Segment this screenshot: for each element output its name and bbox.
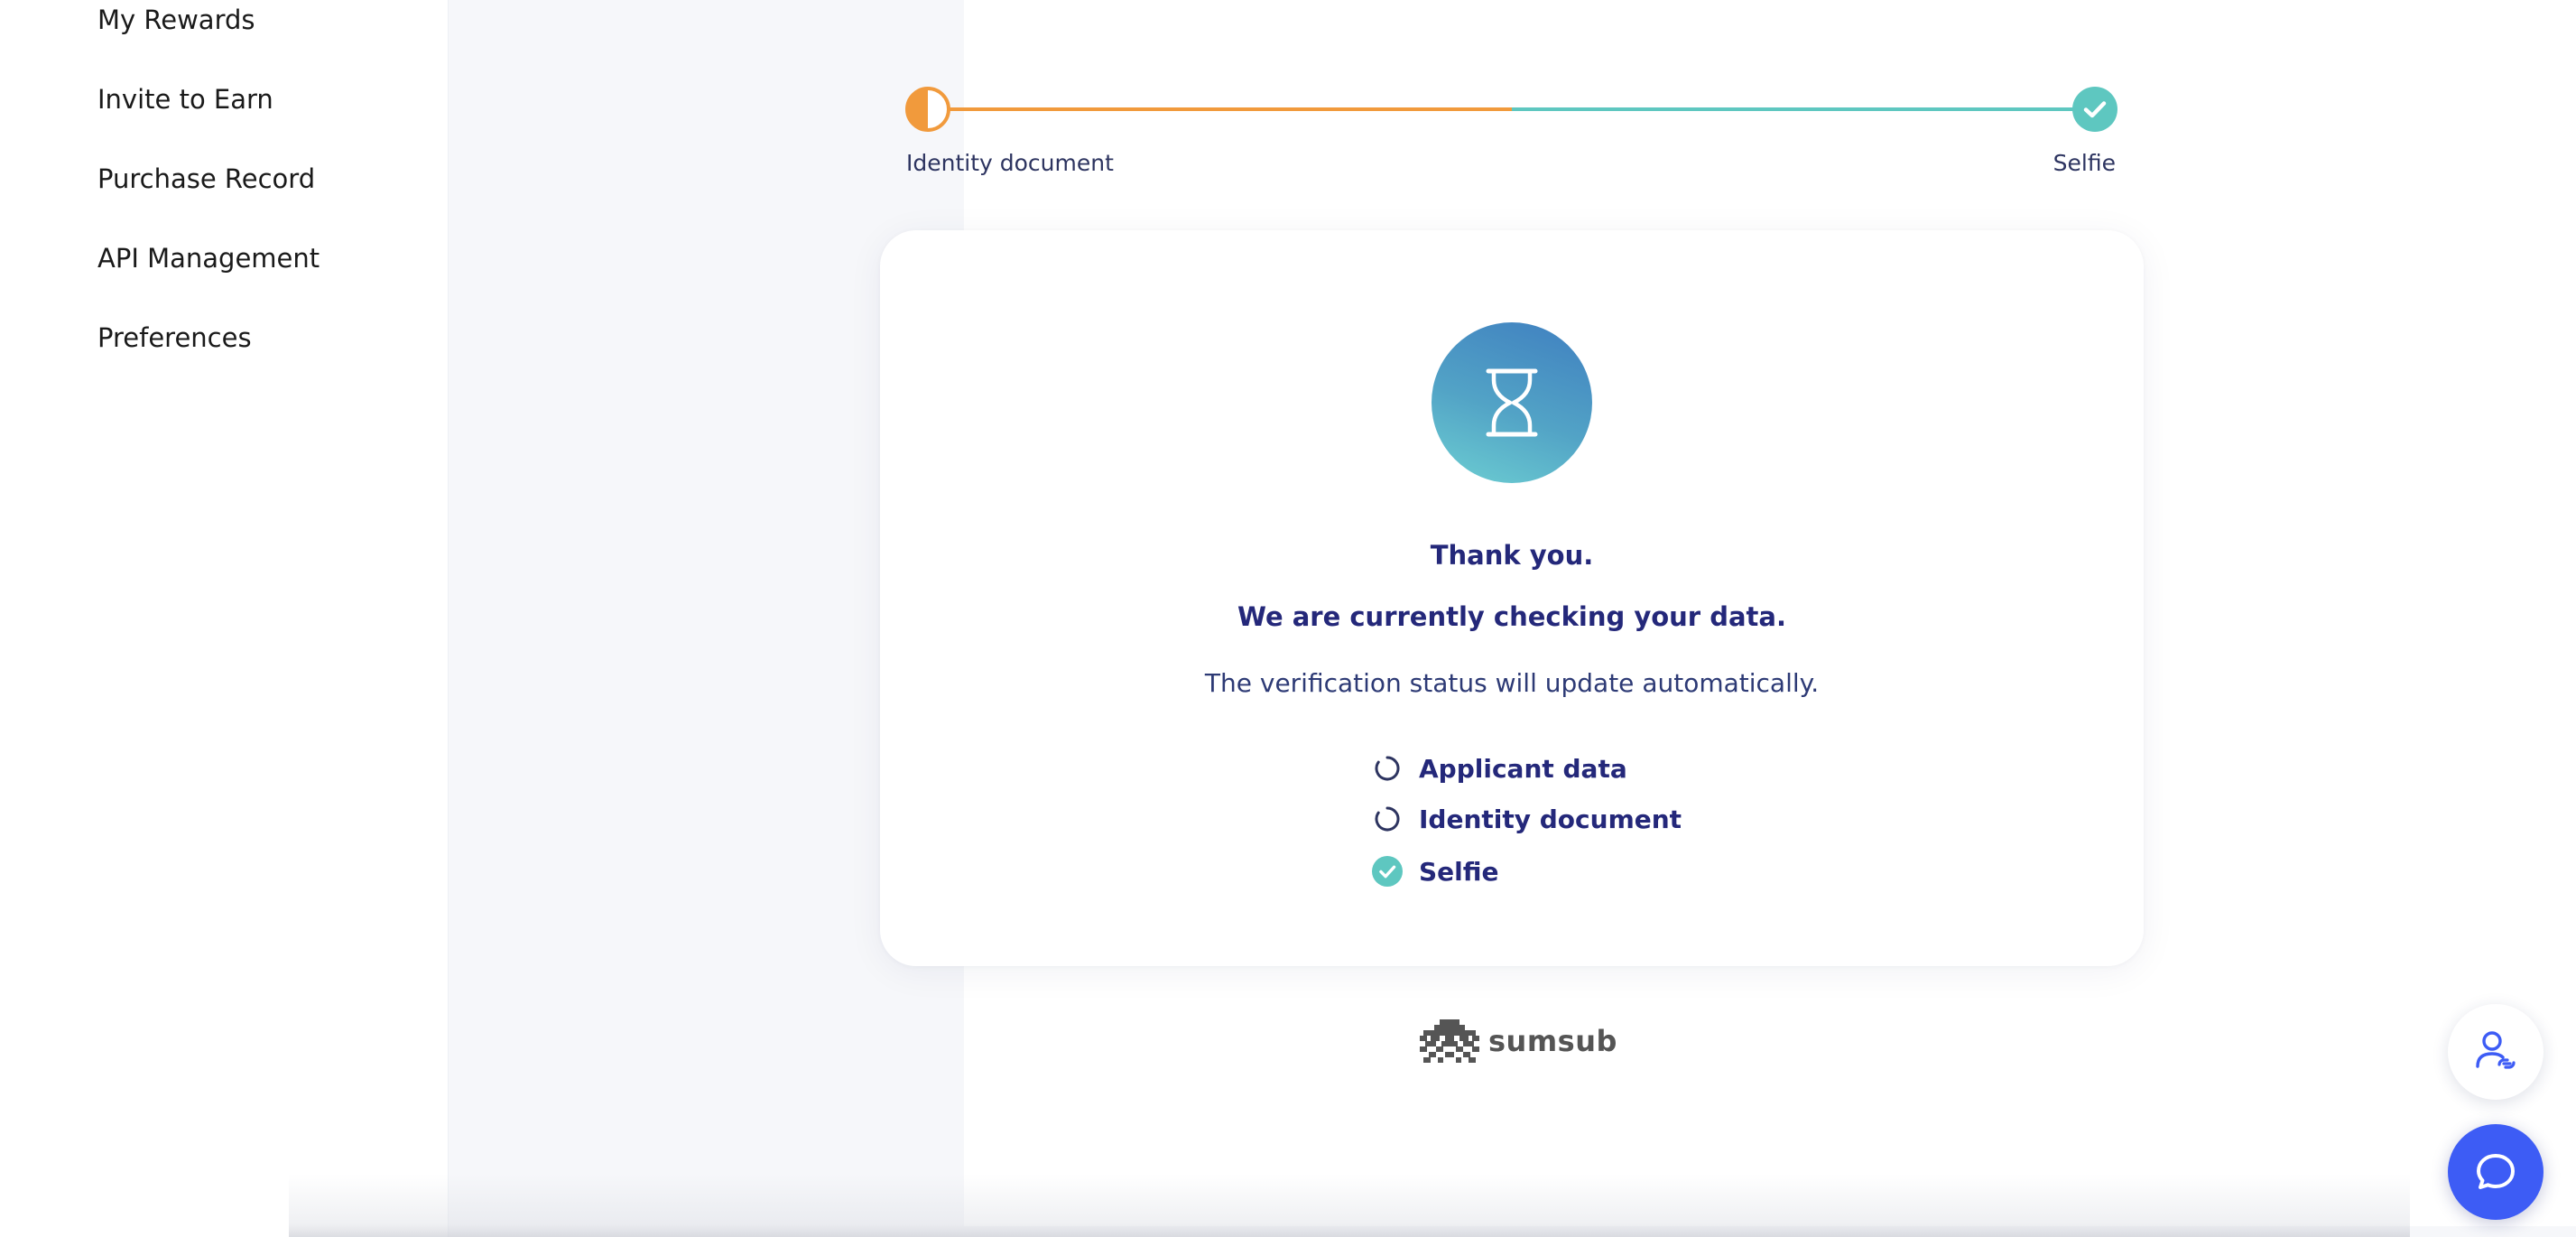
checklist-label: Identity document: [1419, 804, 1682, 834]
user-link-icon: [2476, 1031, 2516, 1069]
sumsub-wordmark: sumsub: [1488, 1024, 1617, 1058]
loading-ring-icon: [1372, 804, 1403, 834]
checklist-item-applicant-data: Applicant data: [1372, 752, 1627, 785]
checking-data-headline: We are currently checking your data.: [1237, 601, 1786, 632]
sidebar-item-preferences[interactable]: Preferences: [97, 325, 252, 351]
kyc-verification-page: My Rewards Invite to Earn Purchase Recor…: [0, 0, 2576, 1237]
checklist-label: Selfie: [1419, 856, 1499, 887]
stepper-remaining-line: [1512, 107, 2095, 111]
stepper-progress-line: [948, 107, 1512, 111]
sumsub-mascot-icon: [1420, 1019, 1479, 1063]
sidebar-item-my-rewards[interactable]: My Rewards: [97, 7, 255, 33]
sidebar-item-invite-to-earn[interactable]: Invite to Earn: [97, 87, 273, 113]
sumsub-logo: sumsub: [1420, 1018, 1617, 1064]
step-label-identity-document: Identity document: [906, 150, 1114, 176]
half-circle-icon: [905, 87, 950, 132]
thank-you-title: Thank you.: [1430, 540, 1594, 571]
auto-update-message: The verification status will update auto…: [1204, 668, 1820, 698]
chat-bubble-icon: [2477, 1154, 2515, 1189]
sidebar: My Rewards Invite to Earn Purchase Recor…: [0, 0, 449, 1237]
sidebar-item-purchase-record[interactable]: Purchase Record: [97, 166, 315, 192]
chat-button[interactable]: [2448, 1124, 2544, 1220]
hourglass-icon: [1432, 322, 1592, 483]
checklist-item-identity-document: Identity document: [1372, 803, 1682, 835]
step-label-selfie: Selfie: [2052, 150, 2116, 176]
support-button[interactable]: [2448, 1004, 2544, 1100]
checklist-label: Applicant data: [1419, 753, 1627, 784]
check-circle-icon: [1372, 856, 1403, 887]
sidebar-item-api-management[interactable]: API Management: [97, 246, 320, 272]
checklist-item-selfie: Selfie: [1372, 855, 1499, 888]
loading-ring-icon: [1372, 753, 1403, 784]
check-circle-icon: [2072, 87, 2117, 132]
